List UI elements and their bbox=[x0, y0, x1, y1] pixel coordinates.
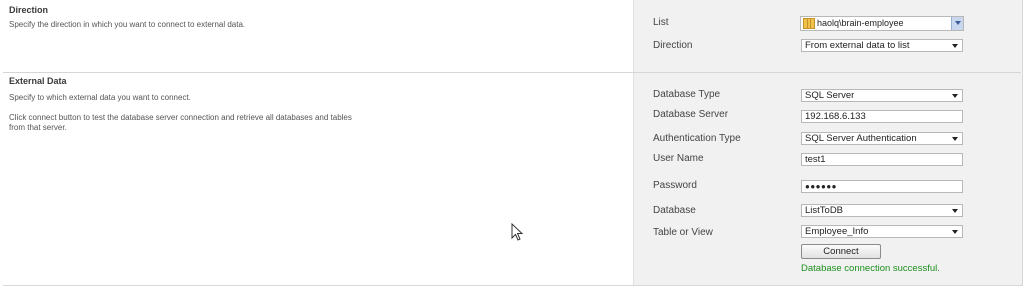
database-server-input[interactable]: 192.168.6.133 bbox=[801, 110, 963, 123]
direction-description-panel: Direction Specify the direction in which… bbox=[3, 0, 632, 72]
database-label: Database bbox=[653, 205, 696, 216]
connect-button[interactable]: Connect bbox=[801, 244, 881, 259]
direction-section: Direction Specify the direction in which… bbox=[3, 0, 1022, 73]
list-value: haolq\brain-employee bbox=[817, 18, 904, 28]
user-name-label: User Name bbox=[653, 153, 704, 164]
database-type-value: SQL Server bbox=[805, 90, 855, 101]
external-description-panel: External Data Specify to which external … bbox=[3, 73, 632, 285]
external-help-line2: from that server. bbox=[9, 123, 67, 132]
list-label: List bbox=[653, 17, 669, 28]
database-server-label: Database Server bbox=[653, 109, 729, 120]
external-help-line1: Click connect button to test the databas… bbox=[9, 113, 352, 122]
list-dropdown-button[interactable] bbox=[951, 17, 963, 30]
list-picker[interactable]: haolq\brain-employee bbox=[800, 16, 964, 31]
direction-label: Direction bbox=[653, 40, 693, 51]
authentication-type-label: Authentication Type bbox=[653, 133, 741, 144]
connection-status: Database connection successful. bbox=[801, 263, 940, 274]
password-label: Password bbox=[653, 180, 697, 191]
password-input[interactable]: ●●●●●● bbox=[801, 180, 963, 193]
chevron-down-icon bbox=[955, 21, 961, 25]
database-value: ListToDB bbox=[805, 205, 844, 216]
external-data-section: External Data Specify to which external … bbox=[3, 73, 1022, 285]
dropdown-arrow-icon bbox=[952, 209, 958, 213]
direction-form-panel: List haolq\brain-employee Direction From… bbox=[633, 0, 1022, 72]
authentication-type-value: SQL Server Authentication bbox=[805, 133, 917, 144]
direction-value: From external data to list bbox=[805, 40, 910, 51]
database-type-label: Database Type bbox=[653, 89, 721, 100]
dropdown-arrow-icon bbox=[952, 137, 958, 141]
dropdown-arrow-icon bbox=[952, 94, 958, 98]
direction-title: Direction bbox=[9, 5, 49, 15]
dropdown-arrow-icon bbox=[952, 230, 958, 234]
table-or-view-select[interactable]: Employee_Info bbox=[801, 225, 963, 238]
authentication-type-select[interactable]: SQL Server Authentication bbox=[801, 132, 963, 145]
list-icon bbox=[803, 18, 815, 29]
database-select[interactable]: ListToDB bbox=[801, 204, 963, 217]
table-or-view-value: Employee_Info bbox=[805, 226, 869, 237]
external-form-panel: Database Type SQL Server Database Server… bbox=[633, 73, 1022, 285]
user-name-input[interactable]: test1 bbox=[801, 153, 963, 166]
direction-description: Specify the direction in which you want … bbox=[9, 20, 246, 29]
direction-select[interactable]: From external data to list bbox=[801, 39, 963, 52]
database-type-select[interactable]: SQL Server bbox=[801, 89, 963, 102]
mouse-cursor-icon bbox=[511, 223, 524, 241]
table-or-view-label: Table or View bbox=[653, 227, 713, 238]
external-description: Specify to which external data you want … bbox=[9, 93, 191, 102]
external-title: External Data bbox=[9, 76, 67, 86]
dropdown-arrow-icon bbox=[952, 44, 958, 48]
